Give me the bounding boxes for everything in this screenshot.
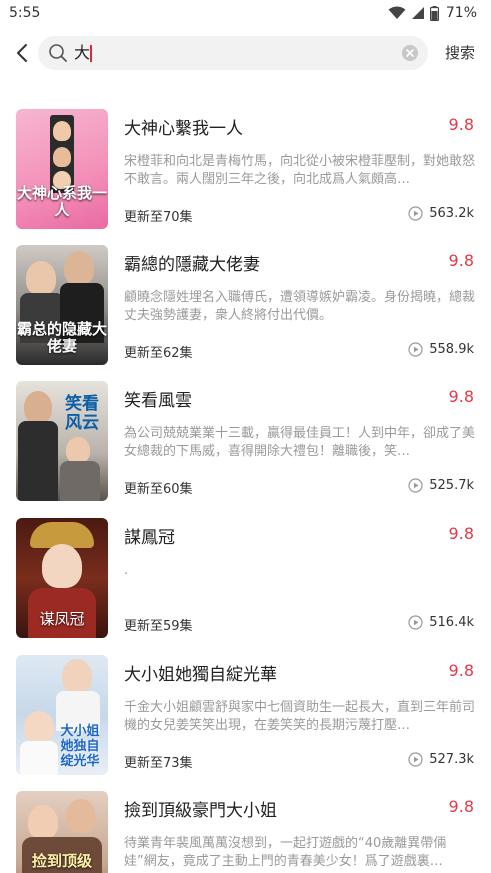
search-bar: 搜索: [0, 32, 491, 76]
cover-image: 大神心系我一人: [16, 109, 108, 229]
item-score: 9.8: [448, 251, 474, 270]
portrait: [26, 261, 56, 295]
figure: [20, 741, 58, 775]
portrait: [24, 391, 52, 423]
portrait: [53, 121, 71, 141]
back-icon[interactable]: [12, 42, 34, 64]
item-views: 527.3k: [408, 752, 474, 767]
view-count: 563.2k: [429, 206, 474, 221]
play-count-icon: [408, 752, 423, 767]
play-count-icon: [408, 478, 423, 493]
figure: [18, 421, 58, 501]
view-count: 558.9k: [429, 342, 474, 357]
item-score: 9.8: [448, 661, 474, 680]
item-views: 558.9k: [408, 342, 474, 357]
portrait: [28, 805, 58, 839]
figure: [60, 461, 100, 501]
status-bar: 5:55 71%: [0, 0, 491, 28]
portrait: [66, 799, 96, 833]
item-description: 為公司兢兢業業十三載，贏得最佳員工！人到中年，卻成了美女總裁的下馬威，喜得開除大…: [124, 426, 476, 459]
portrait: [64, 251, 94, 285]
item-score: 9.8: [448, 524, 474, 543]
item-description: 宋橙菲和向北是青梅竹馬，向北從小被宋橙菲壓制，對她敢怒不敢言。兩人闊別三年之後，…: [124, 154, 476, 187]
item-title: 大神心繫我一人: [124, 119, 243, 139]
wifi-icon: [388, 6, 406, 19]
cover-image: 大小姐她独自绽光华: [16, 655, 108, 775]
play-count-icon: [408, 615, 423, 630]
cover-title: 谋凤冠: [39, 610, 85, 628]
list-item[interactable]: 谋凤冠 謀鳳冠 9.8 . 更新至59集 516.4k: [0, 518, 491, 638]
item-score: 9.8: [448, 797, 474, 816]
cover-title: 笑看风云: [65, 394, 99, 433]
list-item[interactable]: 大神心系我一人 大神心繫我一人 9.8 宋橙菲和向北是青梅竹馬，向北從小被宋橙菲…: [0, 109, 491, 229]
list-item[interactable]: 捡到顶级 撿到頂級豪門大小姐 9.8 待業青年裴風萬萬沒想到，一起打遊戲的“40…: [0, 791, 491, 873]
clear-icon[interactable]: [402, 45, 418, 61]
item-description: 千金大小姐顧雲舒與家中七個資助生一起長大，直到三年前司機的女兒姜笑笑出現，在姜笑…: [124, 700, 476, 733]
battery-percent: 71%: [445, 5, 477, 21]
cover-image: 捡到顶级: [16, 791, 108, 873]
cover-title: 大神心系我一人: [16, 184, 107, 219]
cover-title: 捡到顶级: [31, 852, 92, 870]
play-count-icon: [408, 342, 423, 357]
list-item[interactable]: 笑看风云 笑看風雲 9.8 為公司兢兢業業十三載，贏得最佳員工！人到中年，卻成了…: [0, 381, 491, 501]
item-title: 撿到頂級豪門大小姐: [124, 801, 277, 821]
item-episodes: 更新至70集: [124, 210, 193, 225]
text-caret: [90, 45, 92, 62]
item-episodes: 更新至62集: [124, 346, 193, 361]
status-icons: 71%: [388, 5, 477, 21]
cover-title: 霸总的隐藏大佬妻: [16, 320, 107, 355]
item-views: 525.7k: [408, 478, 474, 493]
item-title: 霸總的隱藏大佬妻: [124, 255, 260, 275]
item-episodes: 更新至59集: [124, 619, 193, 634]
item-views: 516.4k: [408, 615, 474, 630]
item-title: 大小姐她獨自綻光華: [124, 665, 277, 685]
cover-image: 霸总的隐藏大佬妻: [16, 245, 108, 365]
item-score: 9.8: [448, 387, 474, 406]
item-episodes: 更新至60集: [124, 482, 193, 497]
search-button[interactable]: 搜索: [445, 42, 475, 63]
item-description: 待業青年裴風萬萬沒想到，一起打遊戲的“40歲離異帶倆娃”網友，竟成了主動上門的青…: [124, 836, 447, 869]
item-title: 笑看風雲: [124, 391, 192, 411]
cover-title: 大小姐她独自绽光华: [60, 724, 100, 769]
play-count-icon: [408, 206, 423, 221]
search-box[interactable]: [38, 36, 428, 70]
battery-icon: [429, 5, 439, 21]
item-views: 563.2k: [408, 206, 474, 221]
signal-icon: [411, 7, 424, 19]
search-input[interactable]: [74, 36, 394, 70]
cover-image: 笑看风云: [16, 381, 108, 501]
item-score: 9.8: [448, 115, 474, 134]
portrait: [66, 437, 90, 463]
portrait: [24, 711, 54, 743]
list-item[interactable]: 霸总的隐藏大佬妻 霸總的隱藏大佬妻 9.8 顧曉念隱姓埋名入職傅氏，遭領導嫉妒霸…: [0, 245, 491, 365]
item-description: 顧曉念隱姓埋名入職傅氏，遭領導嫉妒霸凌。身份揭曉，總裁丈夫強勢護妻，衆人終將付出…: [124, 290, 476, 323]
list-item[interactable]: 大小姐她独自绽光华 大小姐她獨自綻光華 9.8 千金大小姐顧雲舒與家中七個資助生…: [0, 655, 491, 775]
item-title: 謀鳳冠: [124, 528, 175, 548]
view-count: 527.3k: [429, 752, 474, 767]
portrait: [42, 544, 82, 588]
view-count: 516.4k: [429, 615, 474, 630]
cover-image: 谋凤冠: [16, 518, 108, 638]
portrait: [62, 659, 92, 693]
view-count: 525.7k: [429, 478, 474, 493]
item-description: .: [124, 563, 129, 578]
status-time: 5:55: [9, 5, 41, 21]
item-episodes: 更新至73集: [124, 756, 193, 771]
portrait: [53, 147, 71, 167]
search-icon: [49, 44, 67, 62]
